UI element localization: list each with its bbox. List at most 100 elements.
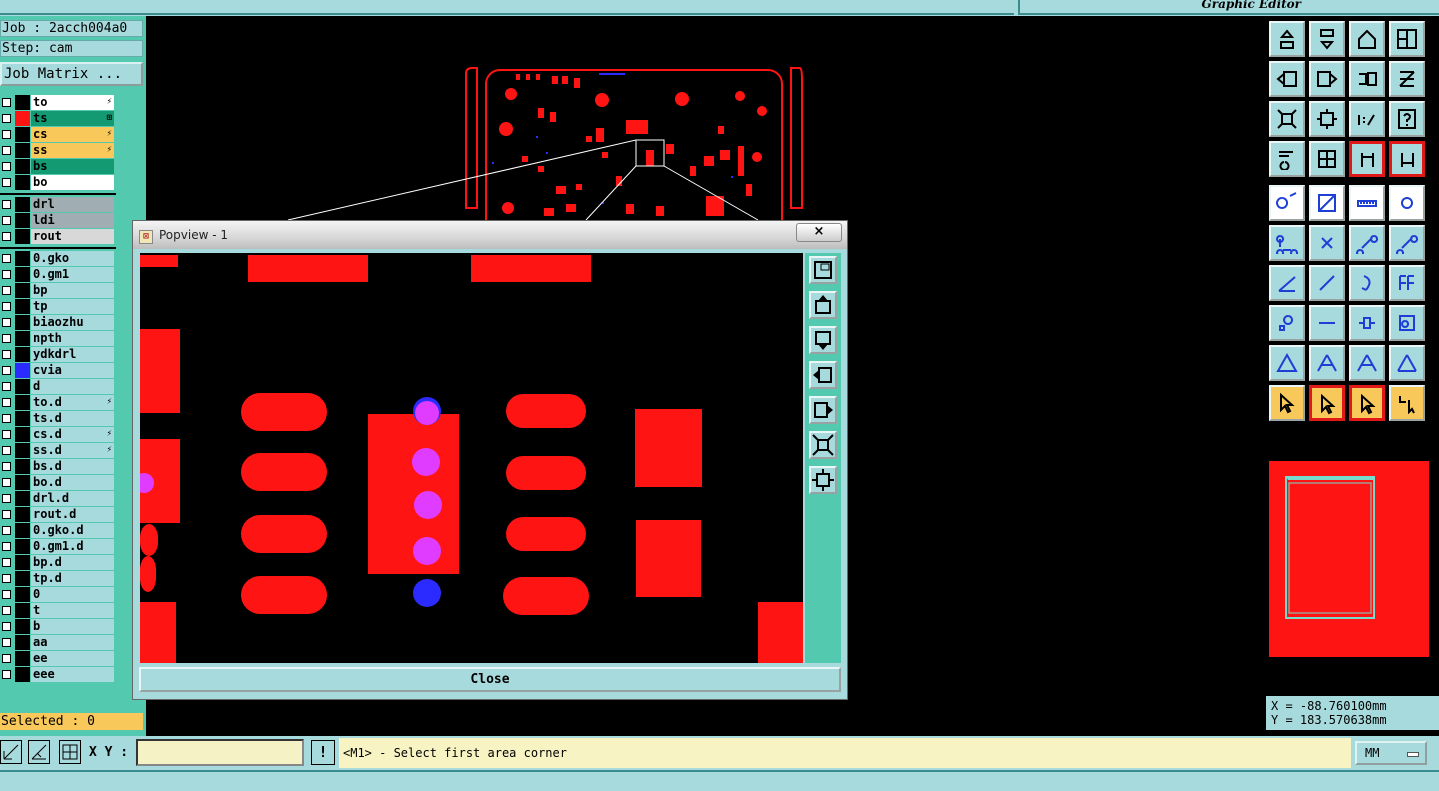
popview-canvas[interactable]	[140, 253, 803, 663]
home-icon[interactable]	[1349, 21, 1385, 57]
layer-row[interactable]: aa	[0, 635, 114, 650]
layer-color-swatch[interactable]	[15, 315, 30, 330]
zoom-in-button[interactable]	[809, 431, 837, 459]
layer-checkbox[interactable]	[2, 574, 11, 583]
layer-checkbox[interactable]	[2, 318, 11, 327]
measure-icon[interactable]	[0, 740, 22, 764]
layer-checkbox[interactable]	[2, 366, 11, 375]
zoom-out-icon[interactable]	[1309, 101, 1345, 137]
layer-color-swatch[interactable]	[15, 111, 30, 126]
zoom-in-icon[interactable]	[1269, 101, 1305, 137]
layer-name[interactable]: bp.d	[31, 555, 114, 570]
layer-name[interactable]: 0.gko.d	[31, 523, 114, 538]
layer-name[interactable]: tp.d	[31, 571, 114, 586]
draw-triangle-icon[interactable]	[1269, 345, 1305, 381]
layer-color-swatch[interactable]	[15, 347, 30, 362]
pad-to-surface-icon[interactable]	[1389, 305, 1425, 341]
add-pad-icon[interactable]	[1269, 185, 1305, 221]
layer-color-swatch[interactable]	[15, 197, 30, 212]
layer-checkbox[interactable]	[2, 446, 11, 455]
layer-name[interactable]: 0.gm1.d	[31, 539, 114, 554]
layer-color-swatch[interactable]	[15, 603, 30, 618]
layer-color-swatch[interactable]	[15, 363, 30, 378]
layer-row[interactable]: biaozhu	[0, 315, 114, 330]
add-arc-icon[interactable]	[1269, 265, 1305, 301]
select-net-icon[interactable]	[1389, 385, 1425, 421]
select-box-icon[interactable]	[1309, 385, 1345, 421]
layer-name[interactable]: bs.d	[31, 459, 114, 474]
layer-row[interactable]: to ⚡	[0, 95, 114, 110]
layer-color-swatch[interactable]	[15, 127, 30, 142]
layer-row[interactable]: cs.d ⚡	[0, 427, 114, 442]
layer-checkbox[interactable]	[2, 494, 11, 503]
layer-row[interactable]: bs	[0, 159, 114, 174]
layer-row[interactable]: bp	[0, 283, 114, 298]
layer-checkbox[interactable]	[2, 462, 11, 471]
tools-icon[interactable]	[1269, 141, 1305, 177]
layer-color-swatch[interactable]	[15, 459, 30, 474]
draw-triangle-c-icon[interactable]	[1389, 345, 1425, 381]
net-highlight-icon[interactable]	[1349, 141, 1385, 177]
move-icon[interactable]	[1349, 225, 1385, 261]
layer-color-swatch[interactable]	[15, 251, 30, 266]
select-poly-icon[interactable]	[1349, 385, 1385, 421]
layer-row[interactable]: tp.d	[0, 571, 114, 586]
layer-checkbox[interactable]	[2, 178, 11, 187]
layer-row[interactable]: eee	[0, 667, 114, 682]
layer-color-swatch[interactable]	[15, 635, 30, 650]
layer-color-swatch[interactable]	[15, 95, 30, 110]
draw-line-icon[interactable]	[1309, 265, 1345, 301]
layer-color-swatch[interactable]	[15, 175, 30, 190]
popview-close-button[interactable]: Close	[139, 667, 841, 692]
layer-color-swatch[interactable]	[15, 411, 30, 426]
layer-name[interactable]: t	[31, 603, 114, 618]
layer-checkbox[interactable]	[2, 232, 11, 241]
layer-name[interactable]: ss.d ⚡	[31, 443, 114, 458]
layer-checkbox[interactable]	[2, 654, 11, 663]
layer-name[interactable]: b	[31, 619, 114, 634]
layer-name[interactable]: rout	[31, 229, 114, 244]
layer-name[interactable]: biaozhu	[31, 315, 114, 330]
layer-checkbox[interactable]	[2, 622, 11, 631]
layer-checkbox[interactable]	[2, 382, 11, 391]
layer-row[interactable]: rout.d	[0, 507, 114, 522]
layer-checkbox[interactable]	[2, 216, 11, 225]
layer-name[interactable]: to ⚡	[31, 95, 114, 110]
layer-name[interactable]: cvia	[31, 363, 114, 378]
redraw-icon[interactable]	[1349, 61, 1385, 97]
layer-row[interactable]: d	[0, 379, 114, 394]
add-surface-icon[interactable]	[1389, 185, 1425, 221]
draw-triangle-b-icon[interactable]	[1349, 345, 1385, 381]
layer-name[interactable]: ydkdrl	[31, 347, 114, 362]
layer-name[interactable]: aa	[31, 635, 114, 650]
layer-color-swatch[interactable]	[15, 491, 30, 506]
layer-color-swatch[interactable]	[15, 427, 30, 442]
grid-icon[interactable]	[1309, 141, 1345, 177]
zoom-ratio-icon[interactable]	[1349, 101, 1385, 137]
layer-name[interactable]: bp	[31, 283, 114, 298]
layer-row[interactable]: b	[0, 619, 114, 634]
layer-name[interactable]: 0	[31, 587, 114, 602]
zoom-window-button[interactable]	[809, 256, 837, 284]
delete-icon[interactable]	[1309, 225, 1345, 261]
layer-color-swatch[interactable]	[15, 619, 30, 634]
pan-up-button[interactable]	[809, 291, 837, 319]
pan-right-button[interactable]	[809, 396, 837, 424]
popview-titlebar[interactable]: ⊠ Popview - 1 ×	[133, 221, 847, 249]
layer-row[interactable]: ldi	[0, 213, 114, 228]
layer-row[interactable]: drl	[0, 197, 114, 212]
pan-left-button[interactable]	[809, 361, 837, 389]
grid-snap-icon[interactable]	[59, 740, 81, 764]
layer-row[interactable]: bs.d	[0, 459, 114, 474]
layer-name[interactable]: ts.d	[31, 411, 114, 426]
layer-checkbox[interactable]	[2, 478, 11, 487]
layer-name[interactable]: tp	[31, 299, 114, 314]
layer-checkbox[interactable]	[2, 130, 11, 139]
layer-checkbox[interactable]	[2, 114, 11, 123]
layer-checkbox[interactable]	[2, 542, 11, 551]
layer-row[interactable]: t	[0, 603, 114, 618]
job-matrix-button[interactable]: Job Matrix ...	[0, 62, 143, 86]
add-line-icon[interactable]	[1309, 185, 1345, 221]
layer-checkbox[interactable]	[2, 558, 11, 567]
layer-color-swatch[interactable]	[15, 213, 30, 228]
